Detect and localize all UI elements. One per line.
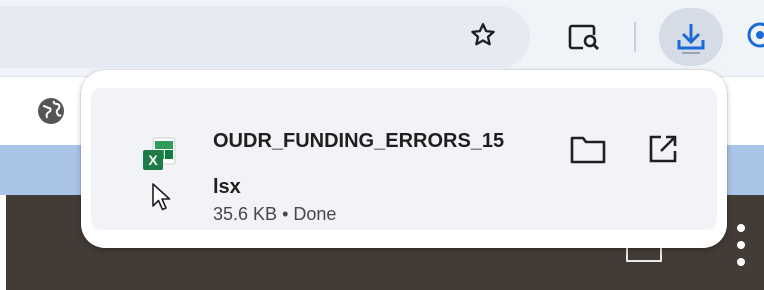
filename-line-1: OUDR_FUNDING_ERRORS_15 <box>213 130 505 152</box>
open-in-new-icon[interactable] <box>647 133 679 165</box>
show-in-folder-icon[interactable] <box>569 133 607 165</box>
download-state: Done <box>293 204 337 224</box>
browser-toolbar <box>0 0 764 76</box>
toolbar-divider <box>634 22 636 52</box>
profile-icon[interactable] <box>745 19 764 51</box>
download-filename[interactable]: OUDR_FUNDING_ERRORS_15 lsx <box>213 118 543 210</box>
mouse-cursor-icon <box>152 183 171 211</box>
globe-icon <box>38 98 64 124</box>
address-bar[interactable] <box>0 6 530 68</box>
download-item-row[interactable]: X OUDR_FUNDING_ERRORS_15 lsx 35.6 KB • D… <box>91 88 717 230</box>
tab-search-icon[interactable] <box>568 24 602 50</box>
file-size: 35.6 KB <box>213 204 278 224</box>
status-separator: • <box>282 204 289 224</box>
download-icon <box>677 24 705 54</box>
excel-file-icon: X <box>143 137 176 170</box>
download-bubble: X OUDR_FUNDING_ERRORS_15 lsx 35.6 KB • D… <box>81 70 727 248</box>
downloads-button[interactable] <box>659 8 723 66</box>
svg-text:X: X <box>148 152 158 168</box>
download-status: 35.6 KB • Done <box>213 204 336 225</box>
more-menu-icon[interactable] <box>735 224 747 268</box>
star-icon[interactable] <box>469 21 497 49</box>
